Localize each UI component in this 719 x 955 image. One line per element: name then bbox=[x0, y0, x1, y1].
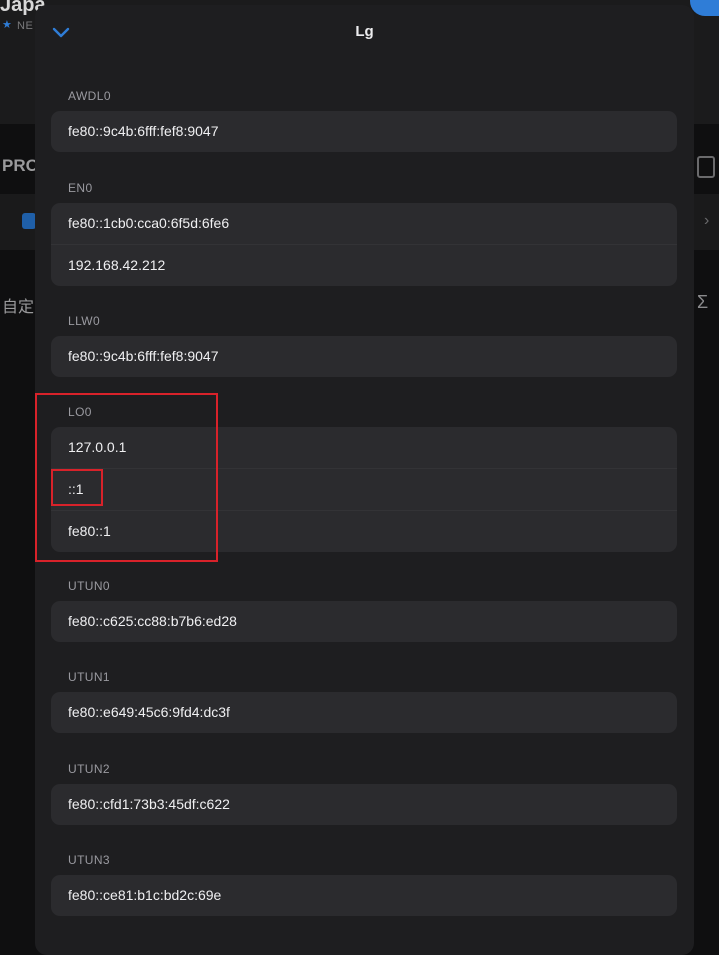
address-group: fe80::1cb0:cca0:6f5d:6fe6 192.168.42.212 bbox=[51, 203, 677, 286]
address-group: fe80::c625:cc88:b7b6:ed28 bbox=[51, 601, 677, 642]
background-section-label: PRO bbox=[2, 156, 39, 175]
section-lo0: LO0 127.0.0.1 ::1 fe80::1 bbox=[51, 402, 677, 552]
section-label: UTUN3 bbox=[68, 853, 111, 867]
section-label: LO0 bbox=[68, 405, 92, 419]
section-label: LLW0 bbox=[68, 314, 101, 328]
sheet-header: Lg bbox=[35, 5, 694, 65]
section-label: UTUN1 bbox=[68, 670, 111, 684]
star-icon: ★ bbox=[2, 19, 12, 31]
address-group: fe80::ce81:b1c:bd2c:69e bbox=[51, 875, 677, 916]
address-group: fe80::9c4b:6fff:fef8:9047 bbox=[51, 111, 677, 152]
section-en0: EN0 fe80::1cb0:cca0:6f5d:6fe6 192.168.42… bbox=[51, 178, 677, 286]
interfaces-sheet: Lg AWDL0 fe80::9c4b:6fff:fef8:9047 EN0 f… bbox=[35, 5, 694, 955]
document-icon bbox=[697, 156, 715, 178]
server-icon bbox=[22, 213, 36, 229]
address-row[interactable]: fe80::c625:cc88:b7b6:ed28 bbox=[51, 601, 677, 642]
section-utun0: UTUN0 fe80::c625:cc88:b7b6:ed28 bbox=[51, 576, 677, 642]
address-row[interactable]: fe80::9c4b:6fff:fef8:9047 bbox=[51, 111, 677, 152]
sigma-icon: Σ bbox=[697, 292, 709, 312]
address-group: 127.0.0.1 ::1 fe80::1 bbox=[51, 427, 677, 552]
background-custom-label: 自定 bbox=[2, 297, 35, 316]
address-group: fe80::9c4b:6fff:fef8:9047 bbox=[51, 336, 677, 377]
address-group: fe80::e649:45c6:9fd4:dc3f bbox=[51, 692, 677, 733]
sheet-title: Lg bbox=[355, 23, 374, 40]
section-label: UTUN0 bbox=[68, 579, 111, 593]
section-label: EN0 bbox=[68, 181, 93, 195]
background-subtitle: NE bbox=[17, 20, 34, 32]
address-group: fe80::cfd1:73b3:45df:c622 bbox=[51, 784, 677, 825]
address-row[interactable]: ::1 bbox=[51, 468, 677, 510]
section-label: AWDL0 bbox=[68, 89, 111, 103]
address-row[interactable]: 127.0.0.1 bbox=[51, 427, 677, 468]
section-utun1: UTUN1 fe80::e649:45c6:9fd4:dc3f bbox=[51, 667, 677, 733]
section-label: UTUN2 bbox=[68, 762, 111, 776]
address-row[interactable]: fe80::cfd1:73b3:45df:c622 bbox=[51, 784, 677, 825]
section-utun3: UTUN3 fe80::ce81:b1c:bd2c:69e bbox=[51, 850, 677, 916]
section-awdl0: AWDL0 fe80::9c4b:6fff:fef8:9047 bbox=[51, 86, 677, 152]
address-row[interactable]: 192.168.42.212 bbox=[51, 244, 677, 286]
address-row[interactable]: fe80::1cb0:cca0:6f5d:6fe6 bbox=[51, 203, 677, 244]
address-row[interactable]: fe80::9c4b:6fff:fef8:9047 bbox=[51, 336, 677, 377]
address-row[interactable]: fe80::e649:45c6:9fd4:dc3f bbox=[51, 692, 677, 733]
chevron-right-icon: › bbox=[704, 212, 710, 229]
address-row[interactable]: fe80::ce81:b1c:bd2c:69e bbox=[51, 875, 677, 916]
section-llw0: LLW0 fe80::9c4b:6fff:fef8:9047 bbox=[51, 311, 677, 377]
address-row[interactable]: fe80::1 bbox=[51, 510, 677, 552]
section-utun2: UTUN2 fe80::cfd1:73b3:45df:c622 bbox=[51, 759, 677, 825]
